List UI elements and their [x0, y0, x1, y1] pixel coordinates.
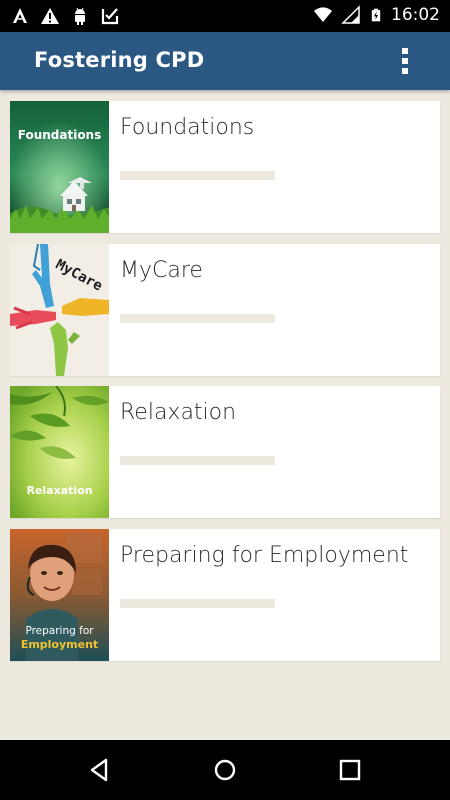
status-time: 16:02: [391, 5, 440, 25]
course-progress-bar-preparing-for-employment: [120, 598, 275, 608]
course-thumbnail-foundations: Foundations: [10, 101, 109, 233]
course-title-foundations: Foundations: [120, 115, 255, 140]
course-title-mycare: MyCare: [120, 257, 203, 283]
thumb-label-relaxation: Relaxation: [26, 484, 92, 497]
app-bar: Fostering CPD: [0, 32, 450, 90]
course-thumbnail-relaxation: Relaxation: [10, 386, 109, 518]
course-card-mycare[interactable]: MyCare MyCare: [10, 243, 440, 376]
navigation-bar: [0, 740, 450, 800]
wifi-icon: [314, 7, 332, 23]
course-card-preparing-for-employment[interactable]: Preparing for Employment Preparing for E…: [10, 528, 440, 661]
course-card-foundations[interactable]: Foundations Foundations: [10, 101, 440, 233]
thumb-label-foundations: Foundations: [18, 128, 102, 142]
course-list: Foundations Foundations MyCare MyCare Re…: [10, 101, 440, 671]
status-bar: 16:02: [0, 0, 450, 32]
download-done-icon: [101, 8, 119, 25]
status-system: 16:02: [313, 5, 440, 25]
course-title-preparing-for-employment: Preparing for Employment: [120, 542, 409, 568]
course-progress-bar-foundations: [120, 171, 275, 180]
overflow-menu-icon: [402, 48, 408, 54]
recents-icon[interactable]: [336, 756, 364, 784]
overflow-menu-button[interactable]: [390, 46, 420, 76]
warning-icon: [41, 8, 59, 24]
course-thumbnail-mycare: MyCare: [10, 243, 109, 376]
course-progress-bar-mycare: [120, 313, 275, 323]
signal-icon: [341, 5, 360, 24]
notification-a-icon: [13, 8, 27, 23]
status-notifications: [10, 6, 120, 26]
course-card-relaxation[interactable]: Relaxation Relaxation: [10, 386, 440, 518]
course-progress-bar-relaxation: [120, 456, 275, 465]
battery-charging-icon: [371, 8, 381, 22]
home-icon[interactable]: [211, 756, 239, 784]
back-icon[interactable]: [86, 756, 114, 784]
app-title: Fostering CPD: [34, 48, 205, 72]
course-thumbnail-preparing-for-employment: Preparing for Employment: [10, 528, 109, 661]
android-icon: [75, 7, 85, 25]
course-title-relaxation: Relaxation: [120, 400, 237, 425]
thumb-label-preparing-line2: Employment: [21, 638, 98, 651]
thumb-label-preparing-line1: Preparing for: [25, 625, 94, 637]
